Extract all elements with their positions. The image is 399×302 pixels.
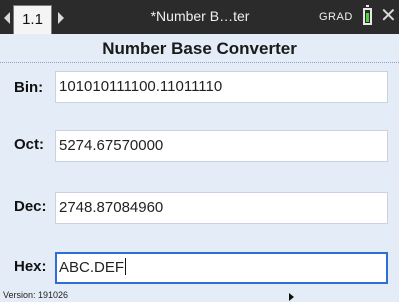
tab-page[interactable]: 1.1: [13, 5, 52, 34]
version-label: Version: 191026: [3, 290, 69, 300]
hex-label: Hex:: [14, 258, 47, 275]
next-page-arrow-icon[interactable]: [58, 12, 64, 24]
app-title: Number Base Converter: [102, 39, 297, 58]
battery-level-fill: [366, 13, 369, 22]
header-divider: [0, 62, 399, 63]
document-title: *Number B…ter: [150, 8, 250, 24]
hex-input[interactable]: ABC.DEF: [55, 252, 388, 284]
text-caret: [125, 258, 127, 275]
close-icon[interactable]: ✕: [380, 5, 397, 27]
oct-label: Oct:: [14, 136, 44, 153]
dec-label: Dec:: [14, 198, 47, 215]
previous-page-arrow-icon[interactable]: [4, 12, 10, 24]
battery-icon: [363, 5, 372, 25]
title-bar: 1.1 *Number B…ter GRAD ✕: [0, 0, 399, 34]
angle-mode-label: GRAD: [319, 11, 353, 23]
hex-input-value: ABC.DEF: [59, 259, 125, 276]
oct-input[interactable]: 5274.67570000: [55, 130, 388, 162]
mouse-pointer-icon: [289, 293, 294, 301]
dec-input[interactable]: 2748.87084960: [55, 192, 388, 224]
bin-input[interactable]: 101010111100.11011110: [55, 71, 388, 103]
bin-label: Bin:: [14, 79, 44, 96]
